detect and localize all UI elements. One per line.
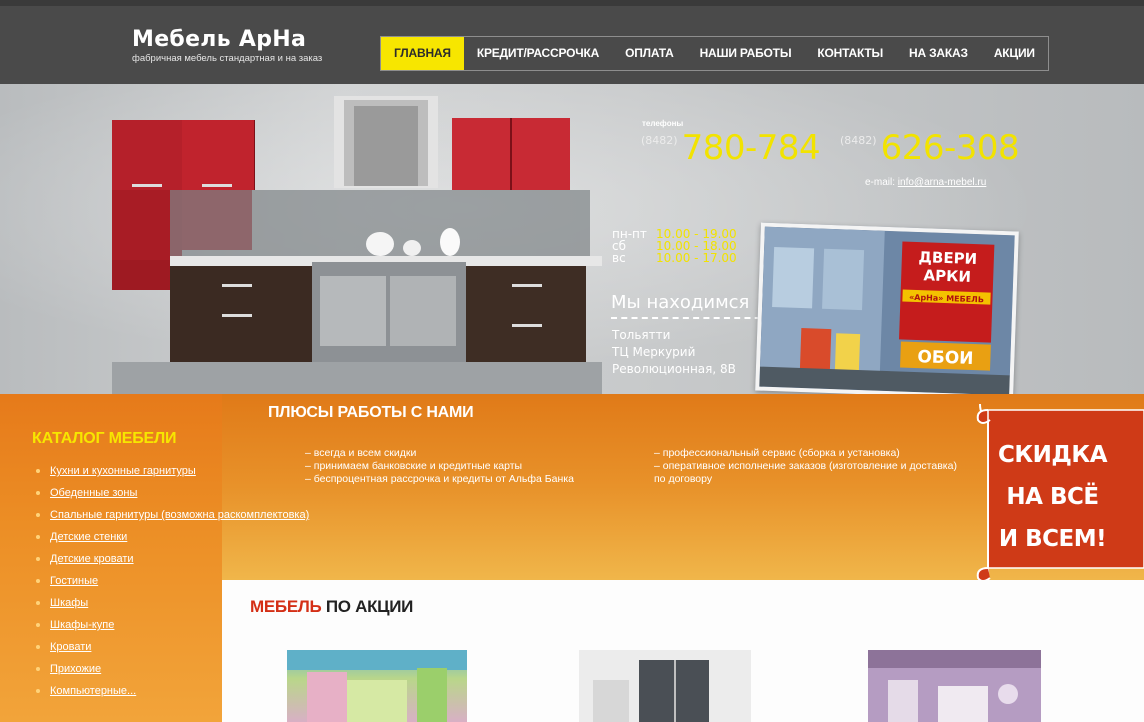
discount-text[interactable]: СКИДКА НА ВСЁ И ВСЕМ! bbox=[985, 434, 1120, 560]
brand-title[interactable]: Мебель АрНа bbox=[132, 28, 322, 52]
catalog-link-beds[interactable]: Кровати bbox=[50, 641, 91, 653]
hours-time: 10.00 - 17.00 bbox=[656, 251, 737, 265]
benefit-item: – принимаем банковские и кредитные карты bbox=[305, 460, 523, 472]
catalog-item[interactable]: Спальные гарнитуры (возможна раскомплект… bbox=[36, 509, 309, 521]
address-mall: ТЦ Меркурий bbox=[612, 345, 696, 359]
discount-line-3: И ВСЕМ! bbox=[998, 526, 1107, 552]
phone-2-number[interactable]: 626-308 bbox=[881, 128, 1020, 168]
discount-line-1: СКИДКА bbox=[997, 442, 1108, 468]
benefit-item: – профессиональный сервис (сборка и уста… bbox=[654, 447, 900, 459]
section-title-red: МЕБЕЛЬ bbox=[250, 597, 322, 616]
phone-2[interactable]: (8482) 626-308 bbox=[840, 128, 1020, 168]
brand-logo[interactable]: Мебель АрНа фабричная мебель стандартная… bbox=[132, 28, 323, 65]
benefit-item: – оперативное исполнение заказов (изгото… bbox=[654, 460, 957, 485]
nav-item-payment[interactable]: ОПЛАТА bbox=[612, 37, 687, 70]
catalog-link-wardrobes[interactable]: Шкафы bbox=[50, 597, 88, 609]
catalog-item[interactable]: Детские кровати bbox=[36, 553, 309, 565]
benefit-item: – всегда и всем скидки bbox=[305, 447, 417, 459]
phone-1[interactable]: (8482) 780-784 bbox=[641, 128, 821, 168]
catalog-item[interactable]: Кухни и кухонные гарнитуры bbox=[36, 465, 309, 477]
catalog-link-bedroom[interactable]: Спальные гарнитуры (возможна раскомплект… bbox=[50, 509, 309, 521]
email-label: e-mail: bbox=[865, 177, 896, 188]
product-thumbnail[interactable] bbox=[868, 650, 1041, 722]
nav-item-credit[interactable]: КРЕДИТ/РАССРОЧКА bbox=[464, 37, 612, 70]
product-image bbox=[287, 650, 467, 722]
address-street: Революционная, 8В bbox=[612, 362, 736, 376]
discount-line-2: НА ВСЁ bbox=[1006, 484, 1099, 510]
catalog-link-hallways[interactable]: Прихожие bbox=[50, 663, 101, 675]
nav-item-home[interactable]: ГЛАВНАЯ bbox=[381, 37, 464, 70]
hero-banner: телефоны (8482) 780-784 (8482) 626-308 e-m… bbox=[0, 84, 1144, 394]
catalog-link-living[interactable]: Гостиные bbox=[50, 575, 98, 587]
product-thumbnail[interactable] bbox=[579, 650, 751, 722]
catalog-link-kids-beds[interactable]: Детские кровати bbox=[50, 553, 134, 565]
location-title: Мы находимся bbox=[611, 292, 750, 313]
phone-1-code: (8482) bbox=[641, 134, 678, 147]
nav-item-works[interactable]: НАШИ РАБОТЫ bbox=[687, 37, 805, 70]
product-thumbnail[interactable] bbox=[287, 650, 467, 722]
sign-doors: ДВЕРИ bbox=[918, 248, 977, 268]
phone-2-code: (8482) bbox=[840, 134, 877, 147]
catalog-item[interactable]: Обеденные зоны bbox=[36, 487, 309, 499]
phones-label: телефоны bbox=[642, 119, 684, 128]
kitchen-image bbox=[112, 96, 602, 394]
benefits-list-left: – всегда и всем скидки – принимаем банко… bbox=[305, 447, 605, 486]
location-divider bbox=[611, 317, 771, 319]
store-photo: ДВЕРИ АРКИ «АрНа» МЕБЕЛЬ ОБОИ bbox=[755, 222, 1019, 394]
store-photo-image: ДВЕРИ АРКИ «АрНа» МЕБЕЛЬ ОБОИ bbox=[759, 226, 1015, 394]
sign-arches: АРКИ bbox=[923, 266, 971, 286]
main-nav: ГЛАВНАЯ КРЕДИТ/РАССРОЧКА ОПЛАТА НАШИ РАБ… bbox=[380, 36, 1049, 71]
opening-hours: пн-пт 10.00 - 19.00 сб 10.00 - 18.00 вс 10.… bbox=[612, 228, 737, 264]
benefits-list-right: – профессиональный сервис (сборка и уста… bbox=[654, 447, 964, 486]
catalog-item[interactable]: Детские стенки bbox=[36, 531, 309, 543]
benefits-title: ПЛЮСЫ РАБОТЫ С НАМИ bbox=[268, 404, 474, 421]
benefit-item: – беспроцентная рассрочка и кредиты от А… bbox=[305, 473, 574, 485]
catalog-link-sliding-wardrobes[interactable]: Шкафы-купе bbox=[50, 619, 114, 631]
sign-wallpaper: ОБОИ bbox=[917, 347, 974, 369]
section-title-dark: ПО АКЦИИ bbox=[321, 597, 414, 616]
site-header: Мебель АрНа фабричная мебель стандартная… bbox=[0, 0, 1144, 84]
phone-1-number[interactable]: 780-784 bbox=[682, 128, 821, 168]
product-image bbox=[579, 650, 751, 722]
catalog-title: КАТАЛОГ МЕБЕЛИ bbox=[32, 430, 177, 447]
nav-item-promotions[interactable]: АКЦИИ bbox=[981, 37, 1048, 70]
hours-row: вс 10.00 - 17.00 bbox=[612, 252, 737, 264]
address: Тольятти ТЦ Меркурий Революционная, 8В bbox=[612, 327, 736, 378]
address-city: Тольятти bbox=[612, 328, 671, 342]
catalog-link-computer[interactable]: Компьютерные... bbox=[50, 685, 136, 697]
section-title: МЕБЕЛЬ ПО АКЦИИ bbox=[250, 597, 413, 617]
catalog-link-dining[interactable]: Обеденные зоны bbox=[50, 487, 137, 499]
email-link[interactable]: info@arna-mebel.ru bbox=[898, 177, 987, 188]
nav-item-contacts[interactable]: КОНТАКТЫ bbox=[804, 37, 896, 70]
catalog-link-kitchens[interactable]: Кухни и кухонные гарнитуры bbox=[50, 465, 196, 477]
catalog-link-kids-walls[interactable]: Детские стенки bbox=[50, 531, 127, 543]
nav-item-custom-order[interactable]: НА ЗАКАЗ bbox=[896, 37, 981, 70]
email-line: e-mail: info@arna-mebel.ru bbox=[865, 177, 986, 188]
brand-subtitle: фабричная мебель стандартная и на заказ bbox=[132, 53, 323, 64]
hours-day: вс bbox=[612, 251, 626, 265]
product-image bbox=[868, 650, 1041, 722]
